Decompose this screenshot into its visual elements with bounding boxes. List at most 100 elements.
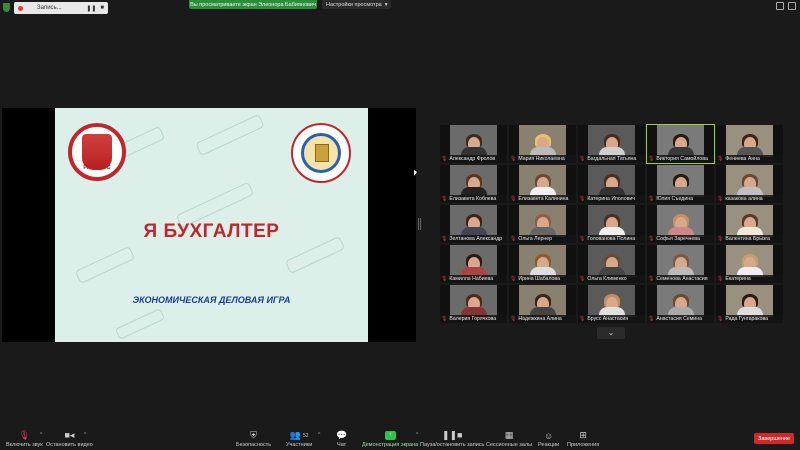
- share-screen-icon: ↑: [384, 431, 396, 440]
- participant-tile[interactable]: 🎙 Голованова Полина: [578, 205, 645, 243]
- participant-tile[interactable]: 🎙 Багдальная Татьяна: [578, 125, 645, 163]
- stop-recording-icon[interactable]: ■: [100, 5, 104, 11]
- participant-name: Брусс Анастасия: [587, 316, 629, 322]
- participant-tile[interactable]: 🎙 Софья Заречнева: [647, 205, 714, 243]
- muted-mic-icon: 🎙: [510, 156, 517, 162]
- participant-name: Александр Фролов: [449, 156, 496, 162]
- view-options-menu[interactable]: Настройки просмотра ▾: [322, 0, 392, 9]
- muted-mic-icon: 🎙: [648, 236, 655, 242]
- participant-name: Рада Гунгаракова: [725, 316, 769, 322]
- unmute-label: Включить звук: [6, 442, 43, 448]
- muted-mic-icon: 🎙: [510, 316, 517, 322]
- participant-gallery: 🎙 Александр Фролов 🎙 Мария Николаевна 🎙 Багда…: [440, 124, 785, 326]
- chat-button[interactable]: 💬 Чат: [336, 430, 347, 448]
- participant-tile[interactable]: 🎙 Рада Гунгаракова: [716, 285, 783, 323]
- participant-name: Надежкина Алина: [518, 316, 562, 322]
- participant-tile[interactable]: 🎙 Семенова Анастасия: [647, 245, 714, 283]
- muted-mic-icon: 🎙: [579, 276, 586, 282]
- participant-tile[interactable]: 🎙 Елизавета Коблева: [440, 165, 507, 203]
- participant-tile[interactable]: 🎙 Елизавета Калинина: [509, 165, 576, 203]
- chevron-down-icon: ▾: [384, 1, 388, 8]
- breakout-rooms-button[interactable]: ▦ Сессионные залы: [486, 430, 532, 448]
- participant-video: [450, 205, 497, 237]
- participant-video: [588, 285, 635, 317]
- window-controls: [776, 2, 796, 10]
- participant-tile[interactable]: 🎙 Мария Николаевна: [509, 125, 576, 163]
- audio-options-caret-icon[interactable]: ^: [40, 432, 42, 438]
- share-options-caret-icon[interactable]: ^: [416, 432, 418, 438]
- gallery-next-page-button[interactable]: ⌄: [597, 327, 625, 339]
- recording-indicator: Запись... ❚❚ ■: [14, 2, 108, 14]
- slide-subtitle: ЭКОНОМИЧЕСКАЯ ДЕЛОВАЯ ИГРА: [132, 295, 291, 305]
- participant-tile[interactable]: 🎙 Валентина Брызга: [716, 205, 783, 243]
- pause-recording-icon[interactable]: ❚❚: [86, 5, 96, 12]
- meeting-toolbar: 🎙 Включить звук ^ ■◂ Остановить видео ^ …: [0, 426, 800, 450]
- participant-tile[interactable]: 🎙 казакова алина: [716, 165, 783, 203]
- security-label: Безопасность: [236, 442, 272, 448]
- participants-caret-icon[interactable]: ^: [318, 432, 320, 438]
- split-drag-handle[interactable]: [418, 218, 421, 230]
- participant-tile[interactable]: 🎙 Виктория Самойлова: [646, 124, 715, 164]
- participant-tile[interactable]: 🎙 Ирина Шабалова: [509, 245, 576, 283]
- participant-name-label: 🎙 Ирина Шабалова: [509, 275, 576, 283]
- participant-name-label: 🎙 Елизавета Калинина: [509, 195, 576, 203]
- participant-tile[interactable]: 🎙 Надежкина Алина: [509, 285, 576, 323]
- participant-video: [588, 205, 635, 237]
- participant-name-label: 🎙 Анастасия Семина: [647, 315, 714, 323]
- pause-stop-recording-button[interactable]: ❚❚■ Пауза/остановить запись: [420, 430, 484, 448]
- participant-tile[interactable]: 🎙 Брусс Анастасия: [578, 285, 645, 323]
- muted-mic-icon: 🎙: [441, 196, 448, 202]
- mouse-cursor-icon: [414, 170, 417, 176]
- video-camera-icon: ■◂: [64, 430, 75, 440]
- participant-name-label: 🎙 Брусс Анастасия: [578, 315, 645, 323]
- participant-tile[interactable]: 🎙 Екатерина: [716, 245, 783, 283]
- reactions-button[interactable]: ☺ Реакции: [538, 430, 559, 449]
- participant-tile[interactable]: 🎙 Анастасия Семина: [647, 285, 714, 323]
- participant-tile[interactable]: 🎙 Камилла Набиева: [440, 245, 507, 283]
- unmute-button[interactable]: 🎙 Включить звук: [6, 430, 43, 448]
- security-button[interactable]: ⛨ Безопасность: [236, 430, 271, 448]
- participant-name: Катерина Иполович: [587, 196, 635, 202]
- participant-video: [726, 205, 773, 237]
- participant-tile[interactable]: 🎙 Валерия Горячкова: [440, 285, 507, 323]
- participant-name: казакова алина: [725, 196, 763, 202]
- muted-mic-icon: 🎙: [510, 196, 517, 202]
- share-screen-button[interactable]: ↑ Демонстрация экрана: [362, 430, 418, 448]
- muted-mic-icon: 🎙: [648, 276, 655, 282]
- participants-icon: 👥 52: [289, 430, 309, 440]
- participant-name: Семенова Анастасия: [656, 276, 708, 282]
- muted-mic-icon: 🎙: [579, 156, 586, 162]
- participant-video: [726, 245, 773, 277]
- video-options-caret-icon[interactable]: ^: [84, 432, 86, 438]
- participant-name: Ольга Клименко: [587, 276, 627, 282]
- muted-mic-icon: 🎙: [510, 236, 517, 242]
- participant-name-label: 🎙 Виктория Самойлова: [647, 155, 714, 163]
- participants-label: Участники: [286, 442, 313, 448]
- fullscreen-icon[interactable]: [788, 2, 796, 10]
- participant-tile[interactable]: 🎙 Ольга Клименко: [578, 245, 645, 283]
- participant-video: [726, 125, 773, 157]
- participant-name: Елизавета Калинина: [518, 196, 569, 202]
- participant-name-label: 🎙 Александр Фролов: [440, 155, 507, 163]
- participant-name: Анастасия Семина: [656, 316, 702, 322]
- participant-tile[interactable]: 🎙 Александр Фролов: [440, 125, 507, 163]
- end-meeting-button[interactable]: Завершение: [754, 433, 794, 444]
- security-shield-icon[interactable]: [3, 3, 10, 12]
- participant-tile[interactable]: 🎙 Фениева Анна: [716, 125, 783, 163]
- apps-button[interactable]: ⊞ Приложения: [567, 430, 599, 448]
- participants-button[interactable]: 👥 52 Участники: [286, 430, 312, 448]
- participant-name: Мария Николаевна: [518, 156, 565, 162]
- speaker-view-icon[interactable]: [776, 2, 784, 10]
- participant-tile[interactable]: 🎙 Катерина Иполович: [578, 165, 645, 203]
- participant-tile[interactable]: 🎙 Ольга Лернер: [509, 205, 576, 243]
- participant-name-label: 🎙 Надежкина Алина: [509, 315, 576, 323]
- participant-name-label: 🎙 Ольга Лернер: [509, 235, 576, 243]
- record-pause-stop-icon: ❚❚■: [441, 430, 463, 440]
- participant-tile[interactable]: 🎙 Юлия Съедина: [647, 165, 714, 203]
- muted-mic-icon: 🎙: [441, 236, 448, 242]
- participant-name-label: 🎙 Софья Заречнева: [647, 235, 714, 243]
- participant-video: [588, 165, 635, 197]
- participant-video: [657, 245, 704, 277]
- participant-name-label: 🎙 Фениева Анна: [716, 155, 783, 163]
- participant-tile[interactable]: 🎙 Зелтанова Александр: [440, 205, 507, 243]
